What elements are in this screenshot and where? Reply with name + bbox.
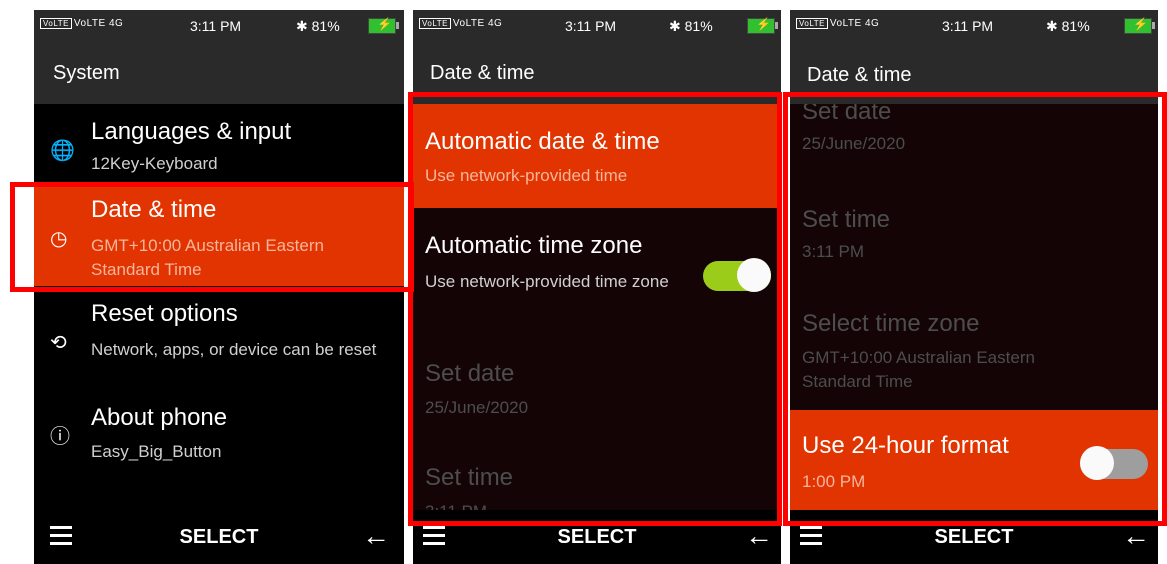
settings-list: Automatic date & time Use network-provid…	[413, 104, 781, 510]
item-subtitle: 12Key-Keyboard	[91, 154, 218, 173]
item-subtitle: Easy_Big_Button	[91, 442, 222, 461]
item-title: Automatic time zone	[425, 232, 643, 259]
status-time: 3:11 PM	[565, 18, 617, 34]
list-item-use-24-hour-format[interactable]: Use 24-hour format 1:00 PM	[790, 410, 1158, 514]
item-title: Automatic date & time	[425, 128, 660, 155]
list-item-automatic-date-time[interactable]: Automatic date & time Use network-provid…	[413, 104, 781, 208]
item-subtitle: Network, apps, or device can be reset	[91, 340, 377, 359]
battery-level: ✱ 81%	[296, 18, 340, 34]
list-item-set-date[interactable]: Set date 25/June/2020	[413, 332, 781, 436]
list-item-select-time-zone[interactable]: Select time zone GMT+10:00 Australian Ea…	[790, 292, 1158, 410]
item-title: Date & time	[91, 196, 217, 223]
select-button[interactable]: SELECT	[413, 526, 781, 549]
item-subtitle: 25/June/2020	[802, 134, 906, 153]
back-arrow-icon[interactable]: ←	[362, 520, 390, 552]
screen-header: Date & time	[790, 44, 1158, 104]
battery-icon: ⚡	[1124, 17, 1155, 34]
clock-icon: ◷	[50, 228, 68, 250]
item-title: Set time	[425, 464, 514, 491]
battery-level: ✱ 81%	[1046, 18, 1090, 34]
status-time: 3:11 PM	[190, 18, 242, 34]
status-bar: VoLTE VoLTE 4G 3:11 PM ✱ 81% ⚡	[790, 10, 1158, 44]
list-item-set-time[interactable]: Set time 3:11 PM	[790, 188, 1158, 292]
item-title: About phone	[91, 404, 228, 431]
page-title: System	[53, 62, 120, 84]
item-title: Use 24-hour format	[802, 432, 1009, 459]
item-subtitle: GMT+10:00 Australian Eastern Standard Ti…	[91, 236, 324, 279]
bottom-bar: SELECT ←	[34, 510, 404, 564]
item-subtitle: 3:11 PM	[425, 502, 487, 510]
item-title: Set date	[425, 360, 515, 387]
select-button[interactable]: SELECT	[790, 526, 1158, 549]
bottom-bar: SELECT ←	[790, 510, 1158, 564]
screen-header: Date & time	[413, 44, 781, 104]
status-bar: VoLTE VoLTE 4G 3:11 PM ✱ 81% ⚡	[413, 10, 781, 44]
battery-level: ✱ 81%	[669, 18, 713, 34]
item-title: Set time	[802, 206, 891, 233]
toggle-switch-on[interactable]	[703, 256, 771, 292]
list-item-date-time[interactable]: ◷ Date & time GMT+10:00 Australian Easte…	[34, 182, 404, 286]
item-subtitle: Use network-provided time zone	[425, 272, 669, 291]
history-icon: ⟲	[50, 332, 67, 354]
select-button[interactable]: SELECT	[34, 526, 404, 549]
globe-icon: 🌐	[50, 140, 75, 162]
settings-list: Set date 25/June/2020 Set time 3:11 PM S…	[790, 104, 1158, 514]
bottom-bar: SELECT ←	[413, 510, 781, 564]
phone-screen-date-time: VoLTE VoLTE 4G 3:11 PM ✱ 81% ⚡ Date & tim…	[413, 10, 781, 564]
list-item-reset-options[interactable]: ⟲ Reset options Network, apps, or device…	[34, 286, 404, 390]
item-subtitle: 3:11 PM	[802, 242, 865, 261]
toggle-switch-off[interactable]	[1080, 444, 1148, 480]
back-arrow-icon[interactable]: ←	[1122, 520, 1150, 552]
item-subtitle: Use network-provided time	[425, 166, 628, 185]
info-icon: ⓘ	[50, 426, 70, 448]
network-indicator: VoLTE VoLTE 4G	[796, 18, 879, 29]
phone-screen-date-time-scrolled: VoLTE VoLTE 4G 3:11 PM ✱ 81% ⚡ Date & tim…	[790, 10, 1158, 564]
back-arrow-icon[interactable]: ←	[745, 520, 773, 552]
screen-header: System	[34, 44, 404, 104]
phone-screen-system: VoLTE VoLTE 4G 3:11 PM ✱ 81% ⚡ System 🌐 L…	[34, 10, 404, 564]
status-bar: VoLTE VoLTE 4G 3:11 PM ✱ 81% ⚡	[34, 10, 404, 44]
item-subtitle: 25/June/2020	[425, 398, 529, 417]
page-title: Date & time	[807, 64, 912, 86]
network-indicator: VoLTE VoLTE 4G	[40, 18, 123, 29]
list-item-languages[interactable]: 🌐 Languages & input 12Key-Keyboard	[34, 104, 404, 182]
list-item-automatic-time-zone[interactable]: Automatic time zone Use network-provided…	[413, 208, 781, 332]
battery-icon: ⚡	[368, 17, 399, 34]
battery-icon: ⚡	[747, 17, 778, 34]
item-title: Reset options	[91, 300, 238, 327]
network-indicator: VoLTE VoLTE 4G	[419, 18, 502, 29]
list-item-set-date[interactable]: Set date 25/June/2020	[790, 104, 1158, 188]
item-subtitle: GMT+10:00 Australian Eastern Standard Ti…	[802, 348, 1035, 391]
page-title: Date & time	[430, 62, 535, 84]
item-subtitle: 1:00 PM	[802, 472, 866, 491]
list-item-about-phone[interactable]: ⓘ About phone Easy_Big_Button	[34, 390, 404, 470]
list-item-set-time[interactable]: Set time 3:11 PM	[413, 436, 781, 510]
item-title: Languages & input	[91, 118, 292, 145]
status-time: 3:11 PM	[942, 18, 994, 34]
item-title: Set date	[802, 104, 892, 125]
item-title: Select time zone	[802, 310, 980, 337]
